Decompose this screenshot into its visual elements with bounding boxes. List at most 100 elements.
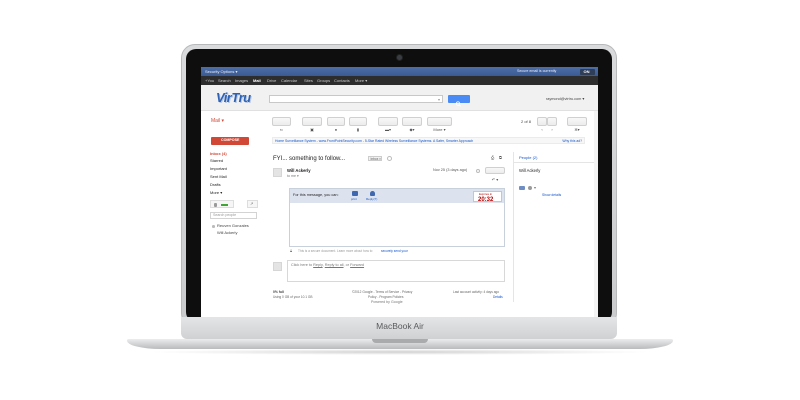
delete-button[interactable]: ▮: [349, 117, 367, 132]
folder-more[interactable]: More ▾: [210, 191, 222, 195]
labels-button[interactable]: ◆▾: [402, 117, 422, 132]
report-spam-button[interactable]: ●: [327, 117, 345, 132]
pager-text: 2 of 8: [521, 119, 532, 124]
google-bar: +You Search Images Mail Drive Calendar S…: [201, 76, 598, 85]
new-window-icon[interactable]: ⧉: [499, 156, 502, 160]
security-bar: Security Options ▾ Secure email is curre…: [201, 67, 598, 76]
secure-footer-link[interactable]: securely send your: [381, 249, 408, 253]
ad-banner[interactable]: Home Surveillance System - www.FrontPoin…: [272, 137, 585, 144]
thread-subject: FYI... something to follow...: [273, 156, 346, 162]
gbar-item-active[interactable]: Mail: [253, 78, 261, 83]
forward-link[interactable]: Forward: [350, 263, 364, 267]
more-actions-button[interactable]: More ▾: [427, 117, 452, 132]
footer-copyright[interactable]: ©2012 Google - Terms of Service - Privac…: [352, 290, 412, 294]
person-reply-icon: [370, 191, 375, 196]
virtru-logo[interactable]: VirTru: [216, 91, 251, 104]
secure-actions-bar: For this message, you can: print Reply(7…: [290, 189, 504, 203]
my-avatar: [273, 262, 282, 271]
contact-status-icon: [212, 225, 215, 228]
gbar-item[interactable]: Images: [235, 78, 248, 83]
reply-dropdown-button[interactable]: ↶ ▾: [485, 167, 505, 182]
label-icon: ◆▾: [409, 127, 415, 132]
expires-value: 20:32: [478, 196, 494, 203]
gbar-item[interactable]: More ▾: [355, 78, 367, 83]
mail-menu[interactable]: Mail ▾: [211, 119, 224, 124]
search-dropdown-icon[interactable]: ▾: [438, 97, 440, 102]
compose-button[interactable]: COMPOSE: [211, 137, 249, 145]
ad-text[interactable]: Home Surveillance System - www.FrontPoin…: [275, 139, 473, 143]
people-title[interactable]: People (2): [519, 156, 537, 160]
activity-details-link[interactable]: Details: [493, 295, 503, 299]
scrollbar[interactable]: [594, 111, 598, 317]
gbar-item[interactable]: Sites: [304, 78, 313, 83]
settings-button[interactable]: ✲▾: [567, 117, 587, 132]
folder-inbox[interactable]: Inbox (4): [210, 152, 227, 156]
email-icon[interactable]: [519, 186, 525, 190]
archive-icon: ▣: [310, 127, 314, 132]
reply-box[interactable]: Click here to Reply, Reply to all, or Fo…: [287, 260, 505, 282]
folder-starred[interactable]: Starred: [210, 159, 223, 163]
star-icon[interactable]: [476, 169, 480, 173]
gbar-item[interactable]: Search: [218, 78, 231, 83]
move-to-button[interactable]: ▬▾: [378, 117, 398, 132]
reply-action-label: Reply(7): [366, 197, 378, 201]
newer-button[interactable]: ‹: [537, 117, 547, 132]
search-button[interactable]: [448, 95, 470, 107]
print-action[interactable]: print: [350, 190, 360, 202]
reply-sep: , or: [343, 263, 350, 267]
webcam-icon: [396, 54, 403, 61]
folder-important[interactable]: Important: [210, 167, 227, 171]
secure-toggle-label: ON: [583, 68, 590, 74]
more-actions-label: More ▾: [433, 127, 446, 132]
secure-status-text: Secure email is currently: [517, 68, 557, 73]
gbar-item[interactable]: Contacts: [334, 78, 350, 83]
security-options-menu[interactable]: Security Options ▾: [205, 69, 237, 74]
print-all-icon[interactable]: ⎙: [491, 156, 494, 160]
reply-prefix: Click here to: [291, 263, 313, 267]
print-icon: [352, 191, 358, 196]
back-arrow-icon: ⇐: [279, 127, 284, 132]
label-chip-text: Inbox ×: [370, 156, 382, 161]
recipient-line[interactable]: to me ▾: [287, 174, 299, 179]
person-menu-chevron-icon[interactable]: ▾: [534, 186, 536, 190]
phone-icon: ↗: [250, 201, 254, 206]
new-chat-button[interactable]: ↗: [247, 200, 258, 208]
secure-toggle[interactable]: ON: [580, 68, 595, 75]
compose-label: COMPOSE: [221, 138, 240, 142]
people-person-name[interactable]: Will Ackerly: [519, 168, 540, 173]
storage-title: 0% full: [273, 290, 284, 294]
reply-link[interactable]: Reply: [313, 263, 322, 267]
search-input[interactable]: ▾: [269, 95, 443, 103]
laptop-shadow: [147, 349, 653, 355]
account-menu[interactable]: raymond@virtru.com ▾: [546, 97, 584, 102]
person-icon: [214, 202, 217, 207]
folder-drafts[interactable]: Drafts: [210, 183, 221, 187]
footer-policy[interactable]: Policy - Program Policies: [368, 295, 403, 299]
reply-sep: ,: [322, 263, 324, 267]
contact-item[interactable]: Reuven Gonzales: [217, 224, 249, 228]
chat-icon[interactable]: [528, 186, 532, 190]
label-chip[interactable]: Inbox ×: [368, 156, 382, 161]
gbar-item[interactable]: Groups: [317, 78, 330, 83]
gbar-item[interactable]: +You: [205, 78, 214, 83]
search-people-input[interactable]: Search people: [210, 212, 257, 219]
gear-icon: ✲▾: [574, 127, 580, 132]
secure-prompt: For this message, you can:: [293, 193, 339, 197]
sender-avatar: [273, 168, 282, 177]
lid-notch: [372, 339, 428, 343]
folder-sent[interactable]: Sent Mail: [210, 175, 227, 179]
why-this-ad-link[interactable]: Why this ad?: [562, 139, 582, 143]
older-button[interactable]: ›: [547, 117, 557, 132]
chat-status-button[interactable]: [210, 200, 234, 208]
importance-icon[interactable]: [387, 156, 392, 161]
gbar-item[interactable]: Drive: [267, 78, 276, 83]
show-details-link[interactable]: Show details: [542, 193, 561, 197]
reply-all-link[interactable]: Reply to all: [325, 263, 344, 267]
reply-action[interactable]: Reply(7): [366, 190, 380, 202]
contact-item[interactable]: Will Ackerly: [217, 231, 237, 235]
sender-name[interactable]: Will Ackerly: [287, 168, 311, 173]
archive-button[interactable]: ▣: [302, 117, 322, 132]
folder-icon: ▬▾: [384, 127, 391, 132]
gbar-item[interactable]: Calendar: [281, 78, 297, 83]
back-button[interactable]: ⇐: [272, 117, 291, 132]
